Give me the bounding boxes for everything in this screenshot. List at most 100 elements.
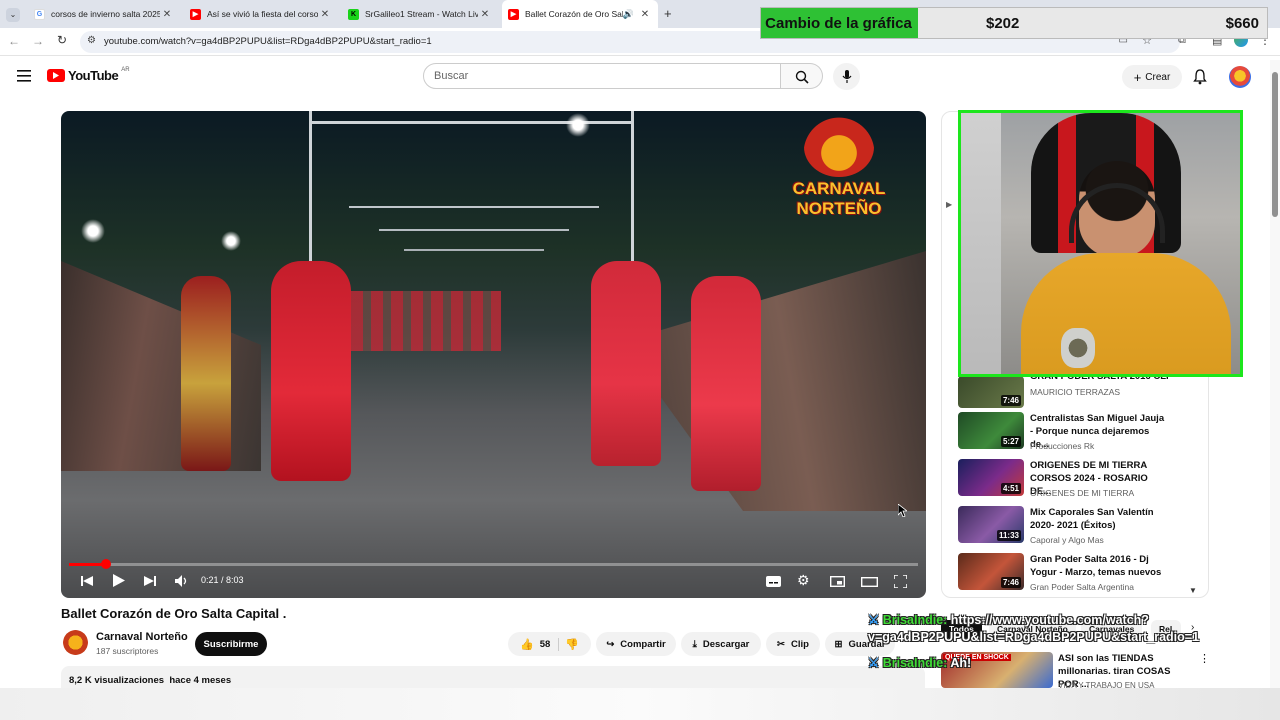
video-thumbnail: 11:33 xyxy=(958,506,1024,543)
youtube-logo[interactable]: YouTube AR xyxy=(47,66,130,83)
subtitles-icon[interactable] xyxy=(766,576,781,587)
streamer-webcam-overlay xyxy=(958,110,1243,377)
duration-badge: 7:46 xyxy=(1000,395,1021,406)
forward-arrow-icon[interactable]: → xyxy=(32,34,44,48)
download-icon: ⤓ xyxy=(692,638,697,650)
chat-text: https://www.youtube.com/watch? xyxy=(950,613,1149,627)
video-scrubber-knob[interactable] xyxy=(101,559,112,569)
description-meta: 8,2 K visualizaciones hace 4 meses xyxy=(69,675,231,686)
subscribe-button[interactable]: Suscribirme xyxy=(195,632,267,656)
youtube-icon: ▶ xyxy=(508,8,519,20)
search-icon xyxy=(795,70,809,84)
shelf xyxy=(961,113,1001,374)
related-video-item[interactable]: QUEDE EN SHOCK ASI son las TIENDAS millo… xyxy=(941,652,1210,690)
thumbs-down-icon: 👎 xyxy=(565,638,579,651)
playlist-item-title: Mix Caporales San Valentín 2020- 2021 (É… xyxy=(1030,507,1154,531)
play-icon[interactable] xyxy=(113,574,125,587)
chat-text: Ah! xyxy=(950,656,972,670)
light-glow xyxy=(221,231,241,251)
clip-label: Clip xyxy=(791,638,809,650)
subscriber-count: 187 suscriptores xyxy=(96,646,159,656)
chat-message-continuation: v=ga4dBP2PUPU&list=RDga4dBP2PUPU&start_r… xyxy=(868,630,1199,644)
playlist-item[interactable]: 11:33 Mix Caporales San Valentín 2020- 2… xyxy=(958,506,1198,546)
tab-close-icon[interactable]: ✕ xyxy=(318,9,332,20)
search-input[interactable]: Buscar xyxy=(423,63,781,89)
tab-close-icon[interactable]: ✕ xyxy=(478,9,492,20)
previous-icon[interactable] xyxy=(81,575,93,587)
light-glow xyxy=(566,113,590,137)
scissors-icon: ✂ xyxy=(777,638,785,650)
more-options-icon[interactable]: ⋮ xyxy=(1199,652,1210,665)
fullscreen-icon[interactable] xyxy=(894,575,907,588)
playlist-item[interactable]: 4:51 ORIGENES DE MI TIERRA CORSOS 2024 -… xyxy=(958,459,1198,499)
playlist-item-channel: Caporal y Algo Mas xyxy=(1030,535,1104,545)
dislike-button[interactable]: 👎 xyxy=(565,638,579,651)
crowd-right xyxy=(621,251,926,511)
light-glow xyxy=(81,219,105,243)
channel-avatar[interactable] xyxy=(63,630,88,655)
site-info-icon[interactable]: ⚙ xyxy=(87,35,96,46)
streamer-shirt xyxy=(1021,253,1231,374)
browser-tab-3[interactable]: K SrGalileo1 Stream - Watch Live ✕ xyxy=(342,0,498,28)
new-tab-plus-icon[interactable]: + xyxy=(664,6,672,21)
stream-goal-overlay: Cambio de la gráfica $202 $660 xyxy=(760,7,1268,39)
playlist-item-channel: ORIGENES DE MI TIERRA xyxy=(1030,488,1135,498)
video-progress-bar[interactable] xyxy=(69,559,918,569)
create-button[interactable]: + Crear xyxy=(1122,65,1182,89)
theater-mode-icon[interactable] xyxy=(861,577,878,587)
tab-list-chevron-icon[interactable]: ⌄ xyxy=(6,8,20,22)
channel-name[interactable]: Carnaval Norteño xyxy=(96,631,188,643)
view-count: 8,2 K visualizaciones xyxy=(69,675,165,686)
carnaval-norteno-watermark: CARNAVAL NORTEÑO xyxy=(769,117,909,242)
chat-message: ⚔ BrisaIndie: https://www.youtube.com/wa… xyxy=(868,612,1149,627)
browser-tab-4-active[interactable]: ▶ Ballet Corazón de Oro Salta 🔊 ✕ xyxy=(502,0,658,28)
goal-target-amount: $660 xyxy=(1225,15,1259,32)
playlist-item[interactable]: 7:46 Gran Poder Salta 2016 - Dj Yogur - … xyxy=(958,553,1198,593)
youtube-wordmark: YouTube xyxy=(68,68,119,83)
download-label: Descargar xyxy=(702,638,750,650)
page-scrollbar-thumb[interactable] xyxy=(1272,72,1278,217)
notifications-bell-icon[interactable] xyxy=(1193,69,1207,90)
search-button[interactable] xyxy=(781,63,823,89)
hamburger-menu-icon[interactable] xyxy=(16,68,32,84)
browser-tab-2[interactable]: ▶ Así se vivió la fiesta del corso 8 ✕ xyxy=(184,0,338,28)
video-thumbnail: 7:46 xyxy=(958,553,1024,590)
chat-username: BrisaIndie: xyxy=(882,656,948,670)
page-scrollbar[interactable] xyxy=(1270,60,1280,688)
upload-age: hace 4 meses xyxy=(169,675,232,686)
settings-gear-icon[interactable]: ⚙ xyxy=(797,572,810,589)
miniplayer-icon[interactable] xyxy=(830,576,845,587)
volume-icon[interactable] xyxy=(175,575,189,587)
playlist-collapse-arrow-icon[interactable]: ▶ xyxy=(946,200,952,209)
playlist-item[interactable]: 5:27 Centralistas San Miguel Jauja - Por… xyxy=(958,412,1198,452)
mouse-cursor-icon xyxy=(898,504,907,517)
browser-tab-1[interactable]: G corsos de invierno salta 2025 - ✕ xyxy=(28,0,180,28)
video-player[interactable]: CARNAVAL NORTEÑO 0:21 / 8:03 ⚙ xyxy=(61,111,926,598)
next-icon[interactable] xyxy=(144,575,156,587)
playlist-item[interactable]: 7:46 GRAN PODER SALTA 2016 CLIP 2 MAURIC… xyxy=(958,371,1198,412)
thumbs-up-icon: 👍 xyxy=(520,638,534,651)
back-arrow-icon[interactable]: ← xyxy=(8,34,20,48)
like-dislike-group: 👍 58 👎 xyxy=(508,632,591,656)
audio-playing-icon[interactable]: 🔊 xyxy=(623,9,634,20)
voice-search-button[interactable] xyxy=(833,63,860,90)
chat-sword-icon: ⚔ xyxy=(868,656,880,670)
street-light-poles xyxy=(309,111,639,311)
mask-emblem-icon xyxy=(804,117,874,177)
tab-close-icon[interactable]: ✕ xyxy=(638,9,652,20)
reload-icon[interactable]: ↻ xyxy=(57,33,67,47)
video-thumbnail: 7:46 xyxy=(958,376,1024,408)
account-avatar[interactable] xyxy=(1229,66,1251,88)
tab-close-icon[interactable]: ✕ xyxy=(160,9,174,20)
region-code: AR xyxy=(121,66,130,73)
dancer xyxy=(591,261,661,466)
dancer xyxy=(271,261,351,481)
clip-button[interactable]: ✂ Clip xyxy=(766,632,820,656)
share-button[interactable]: ↪ Compartir xyxy=(596,632,676,656)
like-button[interactable]: 👍 58 xyxy=(520,637,560,651)
video-thumbnail: 5:27 xyxy=(958,412,1024,449)
chat-sword-icon: ⚔ xyxy=(868,613,880,627)
microphone-icon xyxy=(842,70,852,83)
dancer-group-distant xyxy=(351,291,501,351)
download-button[interactable]: ⤓ Descargar xyxy=(681,632,761,656)
